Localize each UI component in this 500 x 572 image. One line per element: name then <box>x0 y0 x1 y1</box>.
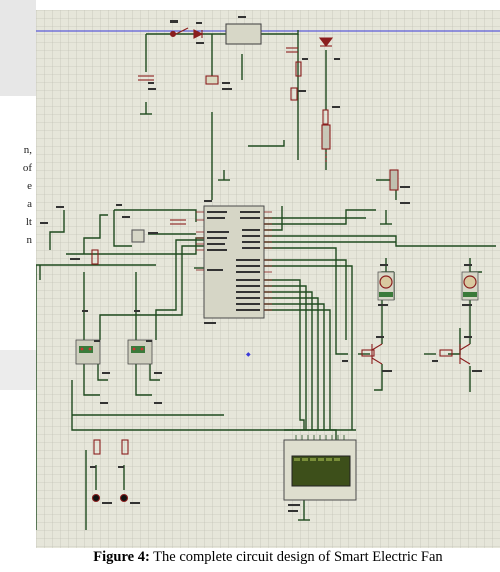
circuit-schematic: ◆ <box>36 10 500 548</box>
sensor-module-1 <box>75 339 101 365</box>
margin-text-line: n <box>26 234 33 246</box>
margin-text-line: e <box>27 180 32 192</box>
margin-shade-mid <box>0 350 36 390</box>
margin-shade-top <box>0 0 36 96</box>
fan-motor-2 <box>461 271 479 301</box>
margin-text-line: of <box>22 162 32 174</box>
schematic-grid <box>36 10 500 548</box>
lcd-display <box>283 435 357 501</box>
margin-text-line: n, <box>23 144 32 156</box>
margin-text-line: a <box>27 198 32 210</box>
figure-caption-text: The complete circuit design of Smart Ele… <box>149 549 443 565</box>
fan-motor-1 <box>377 271 395 301</box>
figure-label: Figure 4: <box>93 549 150 565</box>
page-margin-text: n, of e a lt n <box>0 0 36 540</box>
margin-text-line: lt <box>25 216 32 228</box>
sensor-module-2 <box>127 339 153 365</box>
microcontroller-chip <box>203 205 265 319</box>
figure-caption: Figure 4: The complete circuit design of… <box>36 549 500 566</box>
probe-marker: ◆ <box>246 351 251 358</box>
circuit-schematic-figure: ◆ <box>36 10 500 548</box>
